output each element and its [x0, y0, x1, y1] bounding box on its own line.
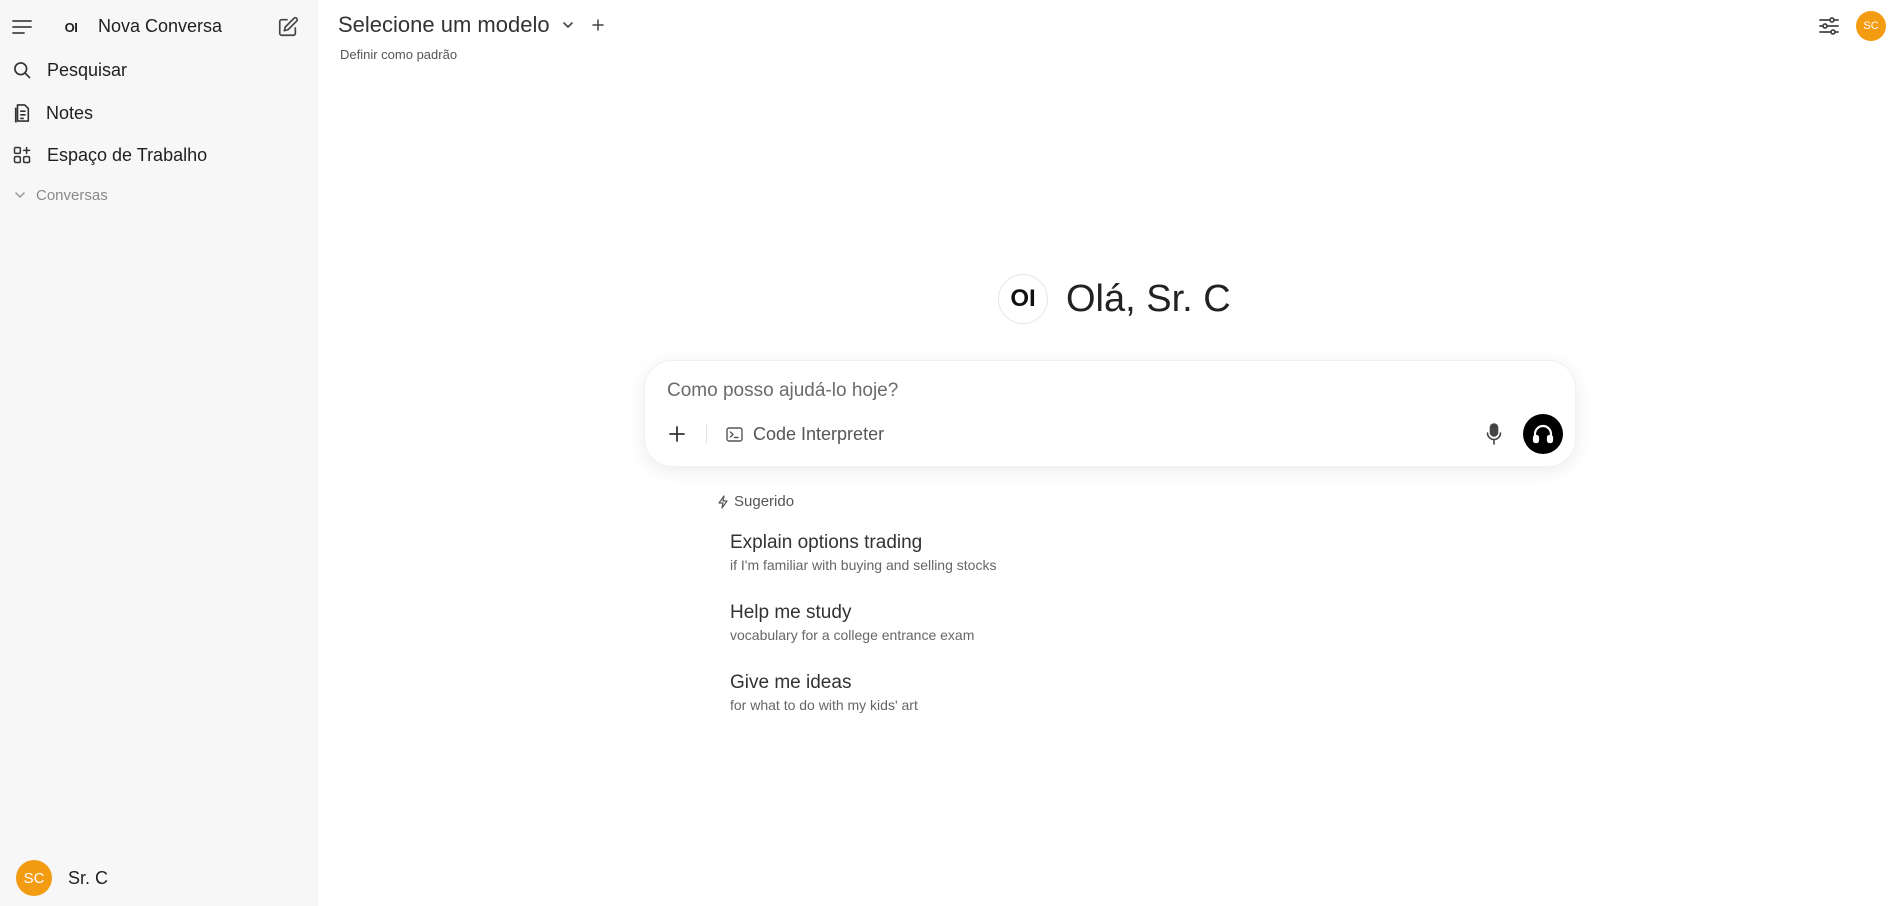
- conversations-section-toggle[interactable]: Conversas: [0, 186, 318, 206]
- suggested-header: Sugerido: [716, 493, 794, 510]
- sidebar-item-label: Notes: [46, 102, 94, 123]
- message-input[interactable]: [667, 377, 1527, 405]
- sidebar-item-label: Espaço de Trabalho: [47, 144, 208, 165]
- workspace-icon: [11, 144, 33, 166]
- search-icon: [11, 59, 33, 81]
- microphone-icon[interactable]: [1482, 422, 1506, 446]
- model-selector-button[interactable]: Selecione um modelo: [338, 12, 550, 38]
- controls-icon[interactable]: [1817, 14, 1841, 38]
- main-area: Selecione um modelo Definir como padrão …: [318, 0, 1891, 906]
- app-logo: OI: [64, 19, 78, 35]
- suggestion-subtitle: vocabulary for a college entrance exam: [730, 627, 975, 643]
- sidebar-item-notes[interactable]: Notes: [0, 96, 318, 130]
- terminal-icon: [725, 425, 743, 443]
- notes-icon: [11, 102, 33, 124]
- set-default-link[interactable]: Definir como padrão: [340, 47, 457, 62]
- suggestion-title: Give me ideas: [730, 672, 852, 693]
- app-root: OI Nova Conversa Pesquisar Notes Espaço …: [0, 0, 1891, 906]
- suggestion-title: Explain options trading: [730, 532, 923, 553]
- sidebar-item-workspace[interactable]: Espaço de Trabalho: [0, 138, 318, 172]
- sidebar: OI Nova Conversa Pesquisar Notes Espaço …: [0, 0, 318, 906]
- bolt-icon: [716, 494, 730, 509]
- new-chat-title[interactable]: Nova Conversa: [98, 16, 222, 37]
- divider: [706, 424, 707, 444]
- new-chat-icon[interactable]: [275, 14, 301, 40]
- add-model-icon[interactable]: [590, 17, 606, 33]
- suggestion-title: Help me study: [730, 602, 852, 623]
- headphones-icon: [1532, 424, 1554, 444]
- suggestion-item[interactable]: Explain options trading if I'm familiar …: [730, 532, 1150, 573]
- model-logo: OI: [998, 274, 1048, 324]
- conversations-section-label: Conversas: [36, 187, 108, 204]
- menu-icon[interactable]: [10, 15, 34, 39]
- code-interpreter-toggle[interactable]: Code Interpreter: [725, 422, 884, 446]
- plus-icon[interactable]: [665, 422, 689, 446]
- code-interpreter-label: Code Interpreter: [753, 423, 885, 444]
- suggested-label: Sugerido: [734, 493, 795, 510]
- user-name: Sr. C: [68, 867, 109, 888]
- user-avatar-button[interactable]: SC: [1856, 11, 1886, 41]
- sidebar-header: OI Nova Conversa: [0, 10, 318, 44]
- suggestion-subtitle: if I'm familiar with buying and selling …: [730, 557, 997, 573]
- greeting: OI Olá, Sr. C: [998, 274, 1231, 324]
- message-composer: Code Interpreter: [644, 360, 1576, 467]
- voice-mode-button[interactable]: [1523, 414, 1563, 454]
- greeting-text: Olá, Sr. C: [1066, 277, 1231, 320]
- suggestion-subtitle: for what to do with my kids' art: [730, 697, 918, 713]
- sidebar-item-search[interactable]: Pesquisar: [0, 53, 318, 87]
- sidebar-item-label: Pesquisar: [47, 59, 128, 80]
- chevron-down-icon: [13, 188, 27, 202]
- suggestion-item[interactable]: Help me study vocabulary for a college e…: [730, 602, 1150, 643]
- model-selector: Selecione um modelo: [338, 12, 606, 38]
- chevron-down-icon[interactable]: [560, 17, 576, 33]
- user-menu[interactable]: SC Sr. C: [16, 860, 108, 896]
- suggestion-item[interactable]: Give me ideas for what to do with my kid…: [730, 672, 1150, 713]
- avatar: SC: [16, 860, 52, 896]
